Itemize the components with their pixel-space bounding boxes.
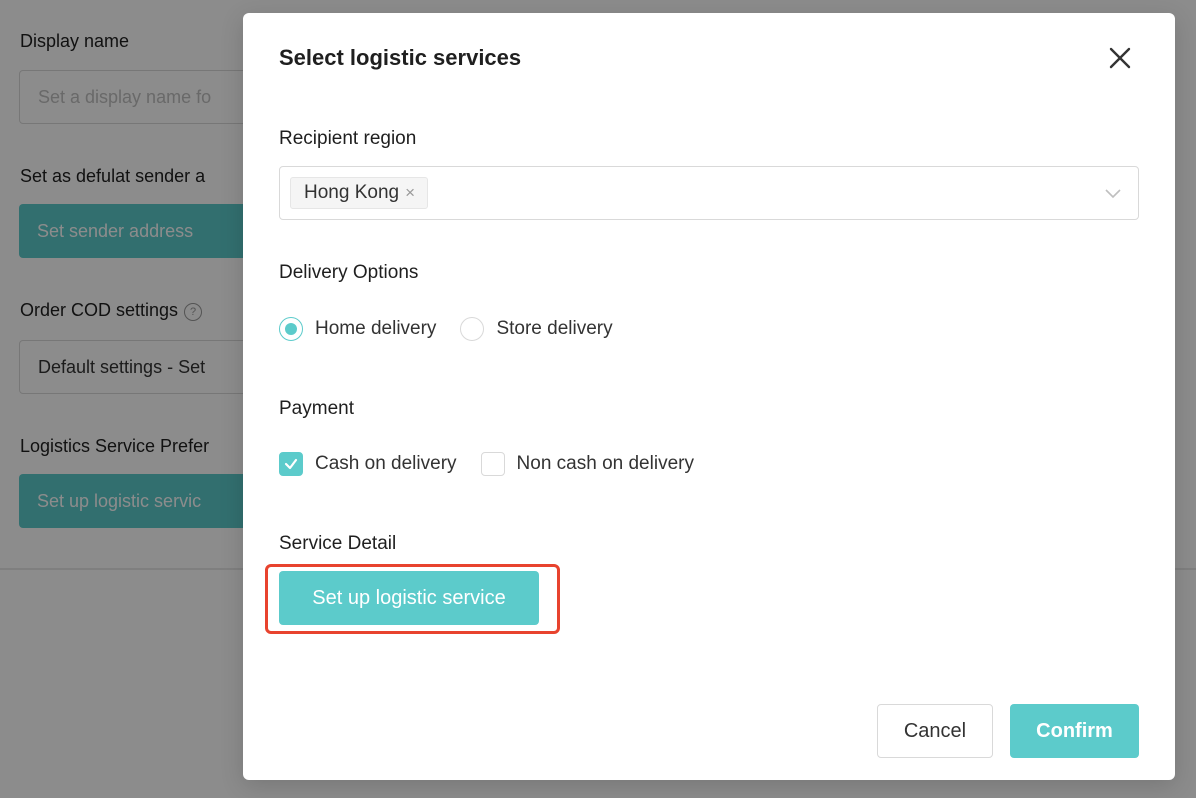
modal-title: Select logistic services [279,45,522,70]
highlight-annotation [265,564,560,634]
logistic-services-modal: Select logistic services Recipient regio… [243,13,1175,780]
cash-on-delivery-option[interactable]: Cash on delivery [279,452,457,476]
store-delivery-option[interactable]: Store delivery [460,317,613,341]
payment-options-group: Cash on delivery Non cash on delivery [279,449,718,479]
chevron-down-icon[interactable] [1104,185,1122,203]
recipient-region-select[interactable]: Hong Kong × [279,166,1139,220]
recipient-region-label: Recipient region [279,128,417,149]
close-icon[interactable] [1105,43,1135,73]
non-cash-on-delivery-checkbox[interactable] [480,452,505,476]
delivery-options-label: Delivery Options [279,262,419,283]
store-delivery-label: Store delivery [496,318,613,339]
region-tag: Hong Kong × [290,177,429,209]
store-delivery-radio[interactable] [460,317,485,341]
payment-label: Payment [279,398,354,419]
non-cash-on-delivery-label: Non cash on delivery [516,453,694,474]
cancel-button[interactable]: Cancel [877,704,993,758]
check-icon [284,458,298,470]
cash-on-delivery-label: Cash on delivery [315,453,457,474]
cash-on-delivery-checkbox[interactable] [279,452,303,476]
confirm-button[interactable]: Confirm [1010,704,1139,758]
non-cash-on-delivery-option[interactable]: Non cash on delivery [480,452,694,476]
home-delivery-radio[interactable] [279,317,303,341]
home-delivery-label: Home delivery [315,318,437,339]
service-detail-label: Service Detail [279,533,397,554]
region-tag-label: Hong Kong [304,182,400,203]
tag-remove-icon[interactable]: × [405,178,415,208]
delivery-options-group: Home delivery Store delivery [279,314,637,344]
home-delivery-option[interactable]: Home delivery [279,317,436,341]
